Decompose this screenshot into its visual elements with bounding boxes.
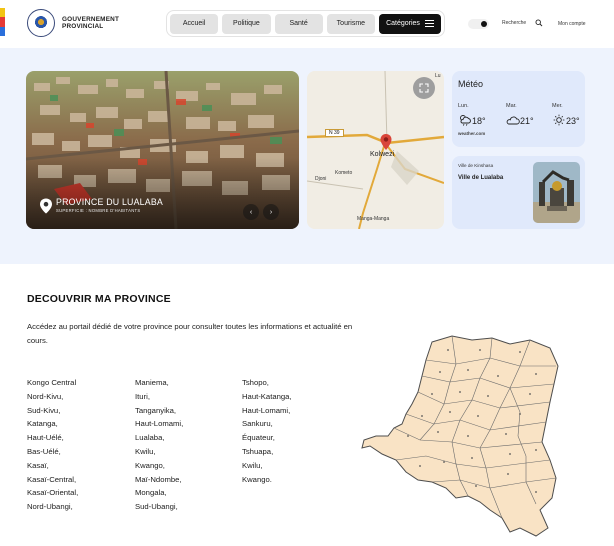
province-link[interactable]: Katanga, [27, 417, 78, 431]
weather-temp-2: 21° [520, 116, 534, 126]
city-card-caption: Ville de Kinshasa [458, 163, 494, 168]
cloud-icon [506, 116, 520, 125]
theme-toggle[interactable] [468, 19, 489, 29]
section-title: DECOUVRIR MA PROVINCE [27, 293, 171, 305]
weather-day-2: Mar. [506, 103, 517, 109]
province-list-col-1: Kongo Central Nord-Kivu, Sud-Kivu, Katanga,… [27, 376, 78, 514]
carousel-prev-button[interactable]: ‹ [243, 204, 259, 220]
map-label-corner: Lu [435, 73, 441, 79]
province-subtitle: SUPERFICIE : NOMBRE D'HABITANTS [56, 208, 141, 213]
province-link[interactable]: Sankuru, [242, 417, 292, 431]
page: GOUVERNEMENT PROVINCIAL Accueil Politiqu… [0, 0, 614, 546]
province-link[interactable]: Haut-Lomami, [135, 417, 183, 431]
chevron-left-icon: ‹ [249, 208, 253, 216]
province-link[interactable]: Lualaba, [135, 431, 183, 445]
account-link[interactable]: Mon compte [558, 21, 586, 27]
map-city-label: Kolwezi [370, 151, 395, 158]
province-link[interactable]: Tshuapa, [242, 445, 292, 459]
nav-tourisme[interactable]: Tourisme [326, 13, 375, 34]
expand-icon [419, 83, 429, 93]
site-header: GOUVERNEMENT PROVINCIAL Accueil Politiqu… [0, 0, 614, 48]
city-monument-image [533, 162, 580, 223]
nav-politique[interactable]: Politique [222, 13, 271, 34]
map-label-kometo: Kometo [335, 170, 353, 176]
province-link[interactable]: Kasaï, [27, 459, 78, 473]
search-label[interactable]: Recherche [502, 20, 526, 26]
province-link[interactable]: Kwilu, [242, 459, 292, 473]
province-link[interactable]: Mongala, [135, 486, 183, 500]
coat-of-arms-logo[interactable] [27, 9, 55, 37]
province-link[interactable]: Sud-Kivu, [27, 404, 78, 418]
province-link[interactable]: Kasaï-Central, [27, 473, 78, 487]
brand-line-2: PROVINCIAL [62, 23, 104, 30]
weather-card[interactable]: Météo Lun. Mar. Mer. 18° 21° 23° weather… [452, 71, 585, 147]
menu-icon [424, 20, 434, 27]
sun-icon [553, 114, 565, 126]
province-list-col-3: Tshopo, Haut-Katanga, Haut-Lomami, Sankuru,… [242, 376, 292, 486]
province-link[interactable]: Haut-Lomami, [242, 404, 292, 418]
brand-name[interactable]: GOUVERNEMENT PROVINCIAL [62, 16, 119, 30]
province-link[interactable]: Bas-Uélé, [27, 445, 78, 459]
province-link[interactable]: Kasaï-Oriental, [27, 486, 78, 500]
brand-line-1: GOUVERNEMENT [62, 16, 120, 23]
carousel-next-button[interactable]: › [263, 204, 279, 220]
categories-button[interactable]: Catégories [379, 13, 442, 34]
nav-sante[interactable]: Santé [274, 13, 323, 34]
location-map[interactable]: N 39 Kolwezi Kometo Djoni Manga-Manga Lu [307, 71, 444, 229]
weather-source[interactable]: weather.com [458, 131, 485, 136]
map-label-manga: Manga-Manga [357, 216, 390, 222]
province-list-col-2: Maniema, Ituri, Tanganyika, Haut-Lomami, Lua… [135, 376, 183, 514]
city-card-title: Ville de Lualaba [458, 175, 504, 181]
province-link[interactable]: Kwilu, [135, 445, 183, 459]
partly-cloudy-rain-icon [460, 115, 471, 126]
province-link[interactable]: Tanganyika, [135, 404, 183, 418]
drc-provinces-map[interactable] [360, 332, 568, 538]
province-link[interactable]: Équateur, [242, 431, 292, 445]
main-nav: Accueil Politique Santé Tourisme Catégor… [166, 10, 445, 37]
city-card[interactable]: Ville de Kinshasa Ville de Lualaba [452, 156, 585, 229]
province-title: PROVINCE DU LUALABA [56, 197, 163, 207]
nav-accueil[interactable]: Accueil [170, 13, 219, 34]
weather-day-3: Mer. [552, 103, 563, 109]
weather-temp-3: 23° [566, 116, 580, 126]
fullscreen-button[interactable] [413, 77, 435, 99]
chevron-right-icon: › [269, 208, 273, 216]
province-link[interactable]: Maï-Ndombe, [135, 473, 183, 487]
map-marker-icon[interactable] [379, 133, 393, 151]
map-label-djoni: Djoni [315, 176, 327, 182]
province-link[interactable]: Nord-Ubangi, [27, 500, 78, 514]
road-label: N 39 [325, 129, 344, 137]
categories-label: Catégories [386, 20, 420, 27]
province-link[interactable]: Kwango, [135, 459, 183, 473]
section-intro: Accédez au portail dédié de votre provin… [27, 322, 353, 345]
province-link[interactable]: Maniema, [135, 376, 183, 390]
province-link[interactable]: Sud-Ubangi, [135, 500, 183, 514]
province-link[interactable]: Haut-Katanga, [242, 390, 292, 404]
search-icon[interactable] [535, 19, 543, 27]
weather-title: Météo [458, 79, 484, 89]
province-link[interactable]: Tshopo, [242, 376, 292, 390]
province-link[interactable]: Kongo Central [27, 376, 78, 390]
province-link[interactable]: Nord-Kivu, [27, 390, 78, 404]
weather-temp-1: 18° [472, 116, 486, 126]
location-pin-icon [40, 198, 52, 214]
province-link[interactable]: Kwango. [242, 473, 292, 487]
weather-day-1: Lun. [458, 103, 469, 109]
province-link[interactable]: Haut-Uélé, [27, 431, 78, 445]
province-link[interactable]: Ituri, [135, 390, 183, 404]
